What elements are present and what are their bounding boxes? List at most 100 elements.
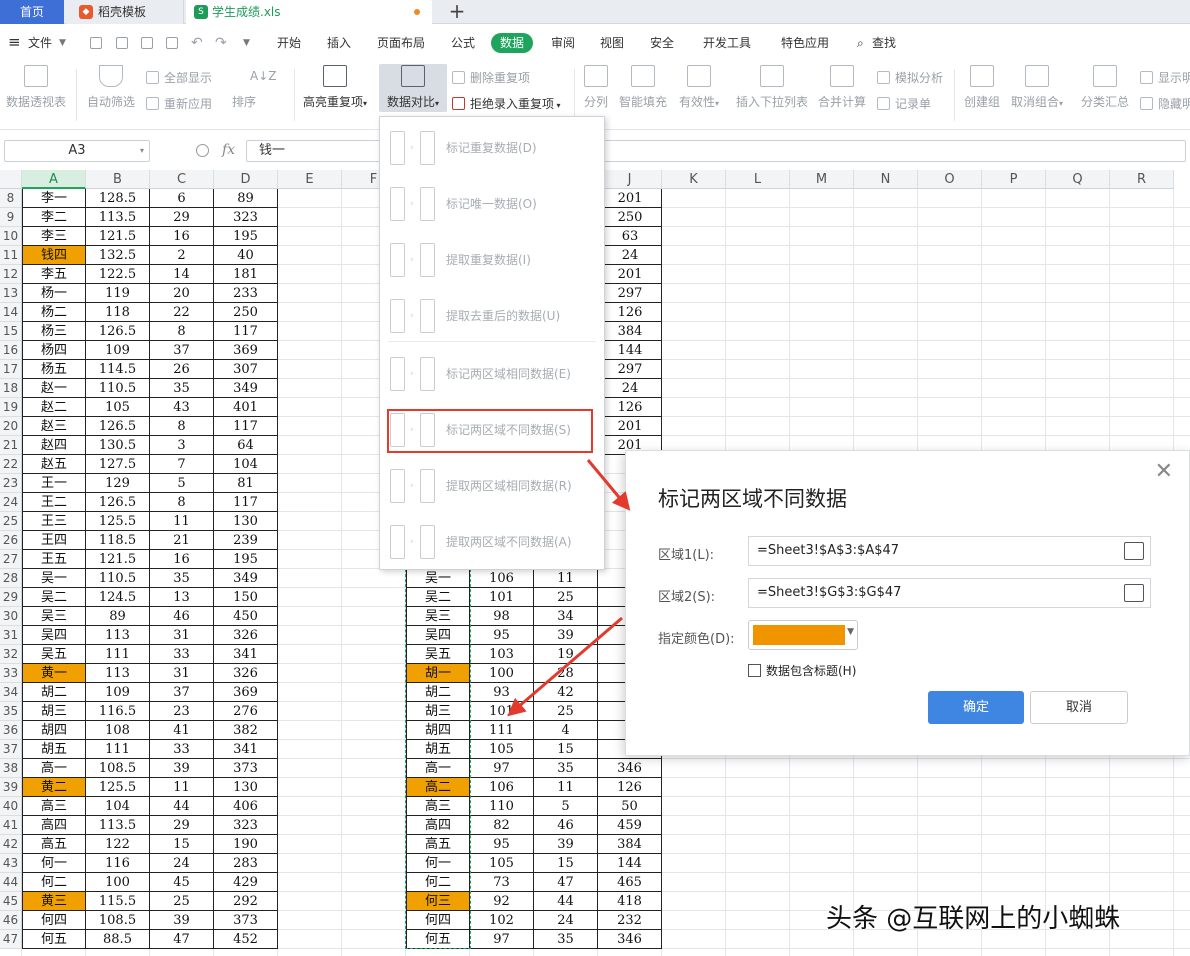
table-cell[interactable]: 4: [534, 721, 598, 740]
table-cell[interactable]: 128.5: [86, 189, 150, 208]
table-cell[interactable]: 吴五: [22, 645, 86, 664]
table-cell[interactable]: 高四: [406, 816, 470, 835]
customize-toolbar-icon[interactable]: ▼: [243, 33, 250, 53]
table-cell[interactable]: 113.5: [86, 816, 150, 835]
row-header-18[interactable]: 18: [0, 379, 22, 398]
row-header-13[interactable]: 13: [0, 284, 22, 303]
row-header-9[interactable]: 9: [0, 208, 22, 227]
dropdown-item-mark-duplicate[interactable]: › 标记重复数据(D): [380, 119, 604, 175]
table-cell[interactable]: 116: [86, 854, 150, 873]
row-header-22[interactable]: 22: [0, 455, 22, 474]
table-cell[interactable]: 37: [150, 683, 214, 702]
table-cell[interactable]: 34: [534, 607, 598, 626]
print-icon[interactable]: [141, 37, 153, 49]
table-cell[interactable]: 杨五: [22, 360, 86, 379]
table-cell[interactable]: 129: [86, 474, 150, 493]
chevron-down-icon[interactable]: ▾: [140, 146, 144, 155]
table-cell[interactable]: 126: [598, 303, 662, 322]
table-cell[interactable]: 116.5: [86, 702, 150, 721]
table-cell[interactable]: 6: [150, 189, 214, 208]
row-header-44[interactable]: 44: [0, 873, 22, 892]
print-preview-icon[interactable]: [166, 37, 178, 49]
table-cell[interactable]: 吴二: [22, 588, 86, 607]
table-cell[interactable]: 39: [534, 835, 598, 854]
table-cell[interactable]: 33: [150, 645, 214, 664]
table-cell[interactable]: 胡五: [406, 740, 470, 759]
sort-button[interactable]: 排序: [232, 65, 256, 110]
table-cell[interactable]: 45: [150, 873, 214, 892]
table-cell[interactable]: 杨二: [22, 303, 86, 322]
undo-icon[interactable]: ↶: [191, 33, 203, 53]
insert-dropdown-list-button[interactable]: 插入下拉列表: [736, 65, 808, 110]
table-cell[interactable]: 100: [86, 873, 150, 892]
table-cell[interactable]: 113.5: [86, 208, 150, 227]
table-cell[interactable]: 29: [150, 208, 214, 227]
table-cell[interactable]: 126.5: [86, 322, 150, 341]
table-cell[interactable]: 150: [214, 588, 278, 607]
row-header-31[interactable]: 31: [0, 626, 22, 645]
table-cell[interactable]: 42: [534, 683, 598, 702]
range-picker-icon[interactable]: [1124, 584, 1144, 602]
row-header-25[interactable]: 25: [0, 512, 22, 531]
dropdown-item-extract-same[interactable]: › 提取两区域相同数据(R): [380, 457, 604, 513]
table-cell[interactable]: 418: [598, 892, 662, 911]
row-header-32[interactable]: 32: [0, 645, 22, 664]
table-cell[interactable]: 47: [534, 873, 598, 892]
column-header-a[interactable]: A: [22, 170, 86, 189]
table-cell[interactable]: 吴四: [22, 626, 86, 645]
row-header-47[interactable]: 47: [0, 930, 22, 949]
table-cell[interactable]: 46: [150, 607, 214, 626]
table-cell[interactable]: 高五: [22, 835, 86, 854]
table-cell[interactable]: 132.5: [86, 246, 150, 265]
table-cell[interactable]: 121.5: [86, 550, 150, 569]
table-cell[interactable]: 王二: [22, 493, 86, 512]
table-cell[interactable]: 15: [534, 854, 598, 873]
table-cell[interactable]: 李三: [22, 227, 86, 246]
row-header-21[interactable]: 21: [0, 436, 22, 455]
show-detail-button[interactable]: 显示明: [1140, 69, 1190, 86]
table-cell[interactable]: 349: [214, 379, 278, 398]
table-cell[interactable]: 373: [214, 759, 278, 778]
table-cell[interactable]: 15: [534, 740, 598, 759]
table-cell[interactable]: 杨三: [22, 322, 86, 341]
menu-developer[interactable]: 开发工具: [703, 33, 751, 53]
table-cell[interactable]: 11: [534, 778, 598, 797]
new-tab-button[interactable]: +: [444, 0, 470, 24]
table-cell[interactable]: 37: [150, 341, 214, 360]
table-cell[interactable]: 何四: [406, 911, 470, 930]
table-cell[interactable]: 24: [534, 911, 598, 930]
chevron-down-icon[interactable]: ▼: [59, 33, 66, 53]
table-cell[interactable]: 406: [214, 797, 278, 816]
autofilter-button[interactable]: 自动筛选: [87, 65, 135, 110]
table-cell[interactable]: 35: [534, 759, 598, 778]
menu-data[interactable]: 数据: [491, 33, 534, 53]
column-header-o[interactable]: O: [918, 170, 982, 189]
table-cell[interactable]: 33: [150, 740, 214, 759]
table-cell[interactable]: 何一: [22, 854, 86, 873]
table-cell[interactable]: 126: [598, 778, 662, 797]
table-cell[interactable]: 106: [470, 778, 534, 797]
table-cell[interactable]: 22: [150, 303, 214, 322]
table-cell[interactable]: 钱四: [22, 246, 86, 265]
menu-page-layout[interactable]: 页面布局: [377, 33, 425, 53]
dropdown-item-extract-different[interactable]: › 提取两区域不同数据(A): [380, 513, 604, 569]
column-header-l[interactable]: L: [726, 170, 790, 189]
table-cell[interactable]: 130: [214, 778, 278, 797]
menu-special-apps[interactable]: 特色应用: [781, 33, 829, 53]
table-cell[interactable]: 11: [150, 778, 214, 797]
table-cell[interactable]: 8: [150, 493, 214, 512]
table-cell[interactable]: 250: [598, 208, 662, 227]
table-cell[interactable]: 452: [214, 930, 278, 949]
table-cell[interactable]: 276: [214, 702, 278, 721]
table-cell[interactable]: 5: [150, 474, 214, 493]
table-cell[interactable]: 何三: [406, 892, 470, 911]
table-cell[interactable]: 341: [214, 645, 278, 664]
row-header-34[interactable]: 34: [0, 683, 22, 702]
table-cell[interactable]: 349: [214, 569, 278, 588]
table-cell[interactable]: 111: [86, 645, 150, 664]
table-cell[interactable]: 92: [470, 892, 534, 911]
table-cell[interactable]: 胡二: [22, 683, 86, 702]
table-cell[interactable]: 15: [150, 835, 214, 854]
row-header-29[interactable]: 29: [0, 588, 22, 607]
table-cell[interactable]: 何二: [406, 873, 470, 892]
